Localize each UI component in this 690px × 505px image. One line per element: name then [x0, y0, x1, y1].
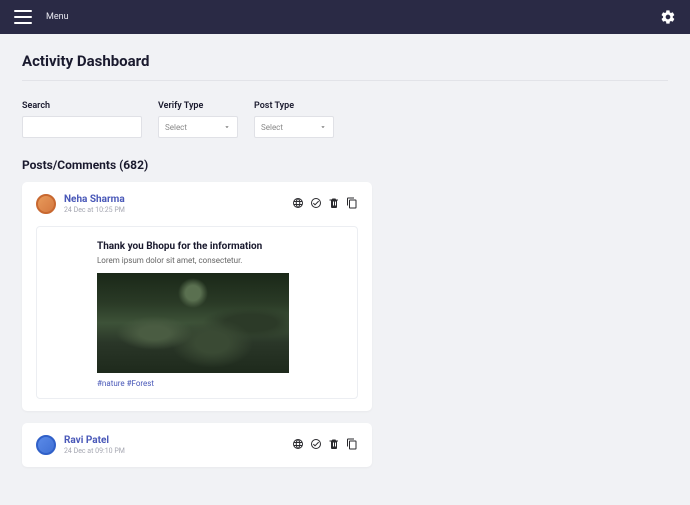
topbar: Menu	[0, 0, 690, 34]
avatar[interactable]	[36, 435, 56, 455]
post-label: Post Type	[254, 101, 334, 111]
chevron-down-icon	[223, 123, 231, 131]
section-title: Posts/Comments (682)	[22, 158, 668, 172]
trash-icon[interactable]	[328, 435, 340, 447]
chevron-down-icon	[319, 123, 327, 131]
divider	[22, 80, 668, 81]
post-select[interactable]: Select	[254, 116, 334, 138]
copy-icon[interactable]	[346, 435, 358, 447]
card-header: Ravi Patel 24 Dec at 09:10 PM	[36, 435, 358, 455]
search-label: Search	[22, 101, 142, 111]
globe-icon[interactable]	[292, 435, 304, 447]
search-input-wrapper[interactable]	[22, 116, 142, 138]
copy-icon[interactable]	[346, 194, 358, 206]
post-actions	[292, 435, 358, 447]
post-timestamp: 24 Dec at 09:10 PM	[64, 447, 292, 455]
page-title: Activity Dashboard	[22, 52, 668, 70]
post-card: Ravi Patel 24 Dec at 09:10 PM	[22, 423, 372, 467]
post-image[interactable]	[97, 273, 289, 373]
verify-filter: Verify Type Select	[158, 101, 238, 138]
post-title: Thank you Bhopu for the information	[97, 241, 297, 252]
filters-row: Search Verify Type Select Post Type Sele…	[22, 101, 668, 138]
user-block: Neha Sharma 24 Dec at 10:25 PM	[64, 194, 292, 214]
gear-icon[interactable]	[660, 9, 676, 25]
content-area: Activity Dashboard Search Verify Type Se…	[0, 34, 690, 497]
search-filter: Search	[22, 101, 142, 138]
search-input[interactable]	[29, 123, 139, 132]
post-tags[interactable]: #nature #Forest	[97, 379, 297, 388]
user-block: Ravi Patel 24 Dec at 09:10 PM	[64, 435, 292, 455]
post-body: Thank you Bhopu for the information Lore…	[36, 226, 358, 399]
hamburger-icon[interactable]	[14, 10, 32, 24]
globe-icon[interactable]	[292, 194, 304, 206]
verify-placeholder: Select	[165, 123, 187, 132]
post-filter: Post Type Select	[254, 101, 334, 138]
check-circle-icon[interactable]	[310, 435, 322, 447]
post-timestamp: 24 Dec at 10:25 PM	[64, 206, 292, 214]
post-placeholder: Select	[261, 123, 283, 132]
post-actions	[292, 194, 358, 206]
user-name[interactable]: Ravi Patel	[64, 435, 292, 446]
post-card: Neha Sharma 24 Dec at 10:25 PM Thank you…	[22, 182, 372, 411]
trash-icon[interactable]	[328, 194, 340, 206]
card-header: Neha Sharma 24 Dec at 10:25 PM	[36, 194, 358, 214]
menu-label: Menu	[46, 12, 69, 22]
user-name[interactable]: Neha Sharma	[64, 194, 292, 205]
avatar[interactable]	[36, 194, 56, 214]
verify-label: Verify Type	[158, 101, 238, 111]
verify-select[interactable]: Select	[158, 116, 238, 138]
check-circle-icon[interactable]	[310, 194, 322, 206]
post-text: Lorem ipsum dolor sit amet, consectetur.	[97, 256, 297, 265]
